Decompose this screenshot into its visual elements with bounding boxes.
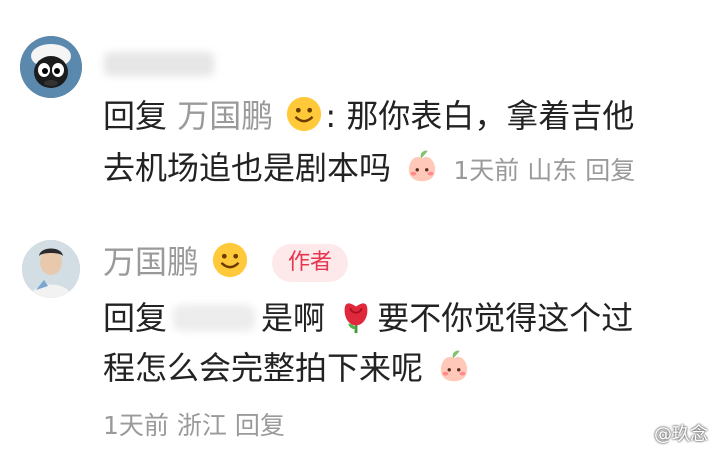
comment1-reply-button[interactable]: 回复 bbox=[585, 156, 635, 185]
comment2-line1: 回复 是啊 要不你觉得这个过 bbox=[103, 296, 633, 340]
avatar-author[interactable] bbox=[22, 240, 80, 298]
smile-emoji-icon bbox=[211, 241, 249, 279]
watermark: @玖念 bbox=[654, 424, 708, 445]
comment1-line2: 去机场追也是剧本吗 1天前 山东 回复 bbox=[103, 146, 635, 193]
comment2-text-cont2: 程怎么会完整拍下来呢 bbox=[103, 349, 424, 387]
comment1-text: : 那你表白，拿着吉他 bbox=[325, 97, 635, 135]
comment1-time: 1天前 bbox=[453, 156, 520, 185]
reply-prefix: 回复 bbox=[103, 97, 168, 135]
comment2-meta: 1天前 浙江 回复 bbox=[103, 408, 285, 444]
author-name[interactable]: 万国鹏 bbox=[103, 240, 251, 284]
comment2-reply-button[interactable]: 回复 bbox=[235, 411, 285, 440]
smile-emoji-icon bbox=[285, 95, 323, 133]
comment2-text-cont: 要不你觉得这个过 bbox=[377, 299, 634, 337]
author-badge: 作者 bbox=[272, 244, 348, 282]
sheep-avatar-icon bbox=[20, 36, 82, 98]
comment2-time: 1天前 bbox=[103, 411, 169, 440]
avatar-user1[interactable] bbox=[20, 36, 82, 98]
blurred-reply-name bbox=[173, 305, 256, 331]
peach-emoji-icon bbox=[435, 347, 473, 385]
peach-emoji-icon bbox=[403, 147, 441, 185]
comment2-location: 浙江 bbox=[176, 411, 227, 440]
reply-prefix: 回复 bbox=[103, 299, 168, 337]
person-avatar-icon bbox=[22, 240, 80, 298]
blurred-username bbox=[104, 52, 214, 76]
comment1-location: 山东 bbox=[527, 156, 578, 185]
rose-emoji-icon bbox=[337, 297, 375, 335]
comment1-text-cont: 去机场追也是剧本吗 bbox=[103, 149, 392, 187]
comment2-text: 是啊 bbox=[261, 299, 326, 337]
comment1-line1: 回复 万国鹏 : 那你表白，拿着吉他 bbox=[103, 94, 634, 138]
reply-to-name[interactable]: 万国鹏 bbox=[177, 97, 273, 135]
comment2-line2: 程怎么会完整拍下来呢 bbox=[103, 346, 475, 390]
